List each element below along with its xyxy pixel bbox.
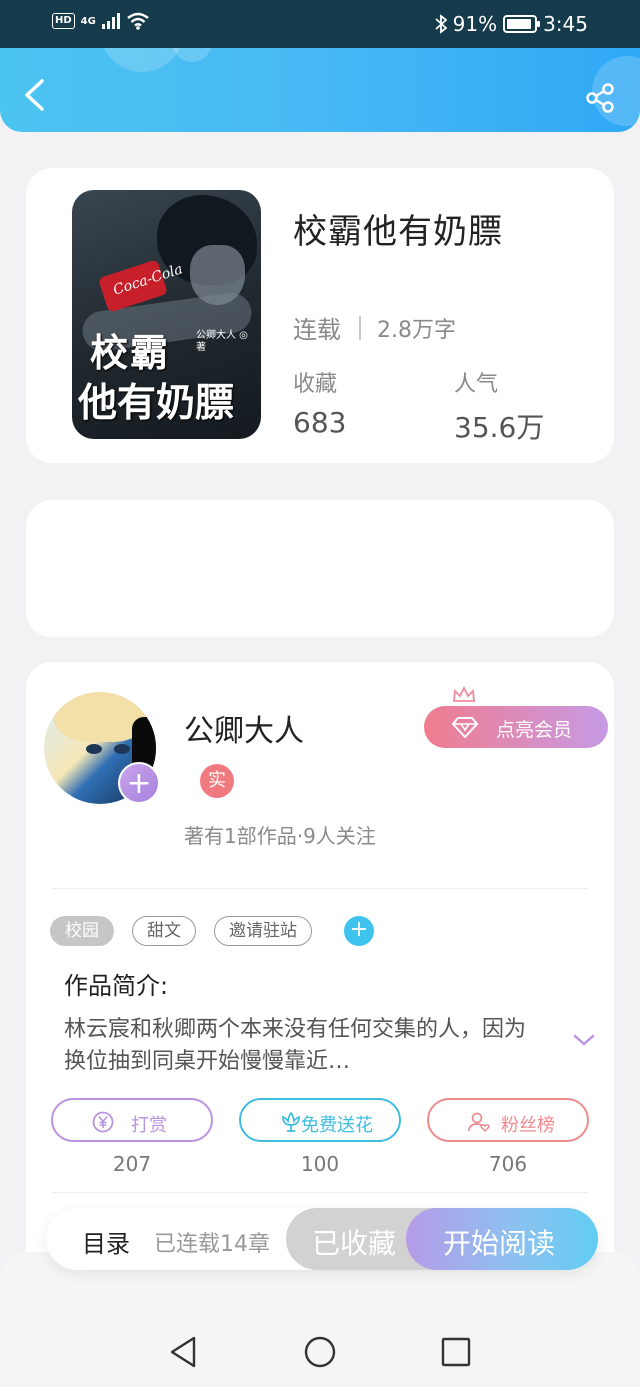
status-left: HD 4G xyxy=(52,12,150,30)
meta-divider xyxy=(359,315,361,340)
system-nav-bar xyxy=(0,1252,640,1387)
hd-badge: HD xyxy=(52,13,75,29)
cover-title-line2: 他有奶膘 xyxy=(78,380,235,426)
add-tag-button[interactable]: + xyxy=(344,916,374,946)
decor-bubble xyxy=(172,48,212,62)
network-type: 4G xyxy=(80,15,96,27)
chapter-count: 已连载14章 xyxy=(154,1232,270,1257)
bluetooth-icon xyxy=(435,14,447,34)
status-right: 91% 3:45 xyxy=(435,12,588,36)
fans-count: 706 xyxy=(488,1152,528,1176)
intro-text: 林云宸和秋卿两个本来没有任何交集的人，因为换位抽到同桌开始慢慢靠近… xyxy=(64,1017,527,1074)
start-reading-label: 开始阅读 xyxy=(443,1227,556,1260)
yen-coin-icon xyxy=(92,1111,114,1133)
catalog-button[interactable]: 目录 xyxy=(82,1224,130,1259)
cover-author-mark: 公卿大人 ◎ 著 xyxy=(196,330,248,353)
status-bar: HD 4G 91% 3:45 xyxy=(0,0,640,48)
chevron-down-icon[interactable] xyxy=(572,1032,596,1048)
crown-icon xyxy=(453,686,475,702)
decor-bubble xyxy=(100,48,184,72)
avatar-eye xyxy=(114,744,130,754)
avatar-eye xyxy=(86,744,102,754)
book-cover[interactable]: Coca-Cola 校霸 公卿大人 ◎ 著 他有奶膘 xyxy=(72,190,261,439)
tag-item[interactable]: 甜文 xyxy=(132,916,196,946)
start-reading-button[interactable]: 开始阅读 xyxy=(406,1208,598,1270)
nav-home-icon[interactable] xyxy=(300,1332,340,1372)
nav-recents-icon[interactable] xyxy=(436,1332,476,1372)
word-count: 2.8万字 xyxy=(377,317,456,343)
tip-button[interactable]: 打赏 xyxy=(51,1098,213,1142)
collect-count: 683 xyxy=(293,406,347,439)
verified-badge: 实 xyxy=(200,764,234,798)
clock: 3:45 xyxy=(543,12,588,36)
blank-card xyxy=(26,500,614,637)
signal-icon xyxy=(101,13,120,29)
tag-item[interactable]: 校园 xyxy=(50,916,114,946)
wifi-icon xyxy=(127,12,149,30)
cover-title-line1: 校霸 xyxy=(90,330,171,375)
plus-icon: + xyxy=(126,766,152,801)
intro-title: 作品简介: xyxy=(64,972,169,1000)
vip-button-label: 点亮会员 xyxy=(496,719,573,741)
reading-action-bar: 目录 已连载14章 已收藏 开始阅读 xyxy=(46,1208,598,1270)
tag-list: 校园 甜文 邀请驻站 + xyxy=(50,916,374,946)
popularity-label: 人气 xyxy=(454,372,499,397)
fans-rank-button[interactable]: 粉丝榜 xyxy=(427,1098,589,1142)
vip-button[interactable]: 点亮会员 xyxy=(424,686,608,748)
battery-percent: 91% xyxy=(452,12,498,36)
follow-author-button[interactable]: + xyxy=(118,762,160,804)
author-name[interactable]: 公卿大人 xyxy=(184,706,304,750)
page-header xyxy=(0,48,640,132)
author-meta: 著有1部作品·9人关注 xyxy=(184,824,376,848)
serial-status: 连载 xyxy=(293,316,341,344)
flower-icon xyxy=(282,1111,300,1132)
nav-back-icon[interactable] xyxy=(164,1332,204,1372)
fans-rank-label: 粉丝榜 xyxy=(501,1115,555,1136)
send-flower-label: 免费送花 xyxy=(301,1115,373,1136)
divider xyxy=(52,1192,588,1193)
user-heart-icon xyxy=(468,1112,490,1133)
send-flower-button[interactable]: 免费送花 xyxy=(239,1098,401,1142)
tip-count: 207 xyxy=(112,1152,152,1176)
divider xyxy=(52,888,588,889)
battery-fill xyxy=(507,19,532,29)
book-info-card: Coca-Cola 校霸 公卿大人 ◎ 著 他有奶膘 校霸他有奶膘 连载 2.8… xyxy=(26,168,614,463)
book-title: 校霸他有奶膘 xyxy=(293,212,503,252)
share-icon[interactable] xyxy=(584,82,616,114)
collected-label: 已收藏 xyxy=(312,1227,397,1260)
flower-count: 100 xyxy=(300,1152,340,1176)
battery-icon xyxy=(503,15,541,33)
diamond-icon xyxy=(452,717,478,738)
tip-label: 打赏 xyxy=(131,1115,167,1136)
popularity-count: 35.6万 xyxy=(454,411,545,444)
book-meta: 连载 2.8万字 xyxy=(293,310,456,345)
tag-item[interactable]: 邀请驻站 xyxy=(214,916,312,946)
back-arrow-icon[interactable] xyxy=(20,78,48,112)
author-card: + 公卿大人 实 著有1部作品·9人关注 点亮会员 校园 甜文 邀请驻站 + 作… xyxy=(26,662,614,1282)
collect-label: 收藏 xyxy=(293,372,338,397)
